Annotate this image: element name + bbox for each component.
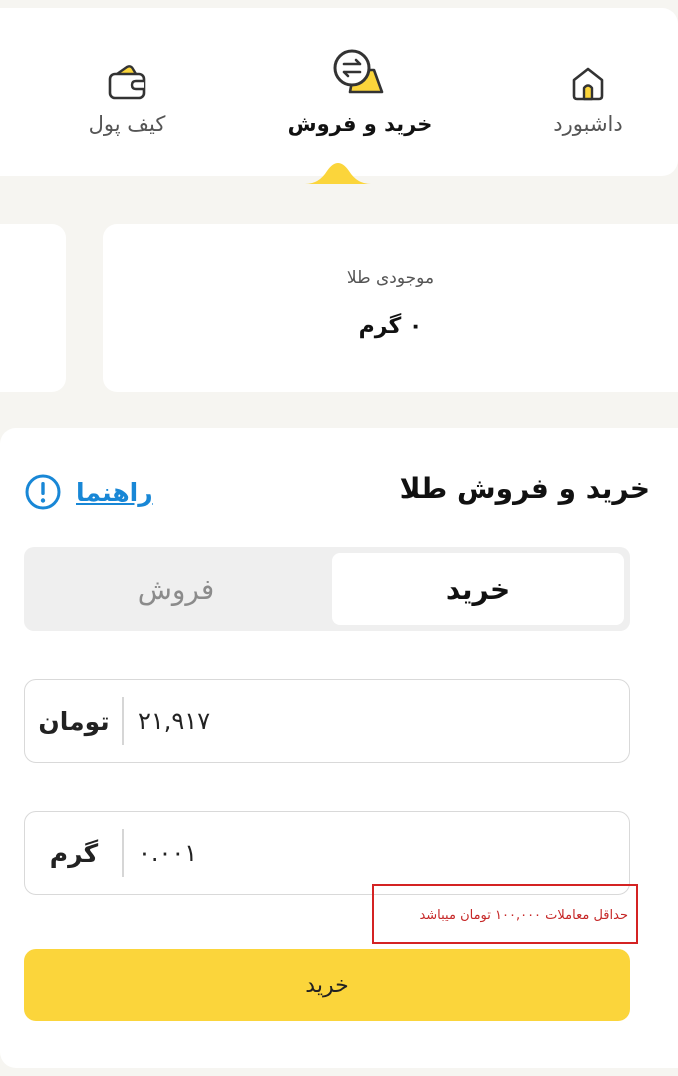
nav-label-trade: خرید و فروش xyxy=(287,112,433,136)
toman-unit-label: تومان xyxy=(38,706,110,736)
field-divider xyxy=(122,829,124,877)
home-icon xyxy=(572,67,604,101)
gram-unit-label: گرم xyxy=(49,838,99,868)
nav-item-trade[interactable]: خرید و فروش xyxy=(280,8,440,176)
gold-balance-card: موجودی طلا ۰ گرم xyxy=(103,224,678,392)
field-divider xyxy=(122,697,124,745)
info-icon xyxy=(25,474,61,510)
wallet-icon xyxy=(108,65,146,100)
gram-input[interactable] xyxy=(138,812,608,894)
error-highlight-box: حداقل معاملات ۱۰۰,۰۰۰ تومان میباشد xyxy=(372,884,638,944)
balance-card-secondary xyxy=(0,224,66,392)
gram-amount-field: گرم xyxy=(24,811,630,895)
help-label: راهنما xyxy=(76,477,153,507)
nav-label-dashboard: داشبورد xyxy=(553,112,623,136)
toman-amount-field: تومان xyxy=(24,679,630,763)
help-link[interactable]: راهنما xyxy=(24,472,153,512)
tab-buy[interactable]: خرید xyxy=(332,553,624,625)
panel-title: خرید و فروش طلا xyxy=(399,472,650,505)
buy-submit-button[interactable]: خرید xyxy=(24,949,630,1021)
min-amount-error: حداقل معاملات ۱۰۰,۰۰۰ تومان میباشد xyxy=(419,908,628,923)
nav-item-dashboard[interactable]: داشبورد xyxy=(508,8,668,176)
nav-label-wallet: کیف پول xyxy=(88,112,166,136)
exchange-icon xyxy=(333,49,384,94)
balance-value: ۰ گرم xyxy=(358,314,423,339)
active-tab-indicator xyxy=(305,163,371,184)
top-navigation: داشبورد خرید و فروش کیف پول xyxy=(0,8,678,184)
balance-title: موجودی طلا xyxy=(346,268,435,288)
nav-item-wallet[interactable]: کیف پول xyxy=(47,8,207,176)
buy-sell-toggle: خرید فروش xyxy=(24,547,630,631)
app-root: داشبورد خرید و فروش کیف پول موجودی طلا ۰… xyxy=(0,0,678,1076)
toman-input[interactable] xyxy=(138,680,608,762)
trade-panel: خرید و فروش طلا راهنما خرید فروش تومان گ… xyxy=(0,428,678,1068)
tab-sell[interactable]: فروش xyxy=(30,553,322,625)
